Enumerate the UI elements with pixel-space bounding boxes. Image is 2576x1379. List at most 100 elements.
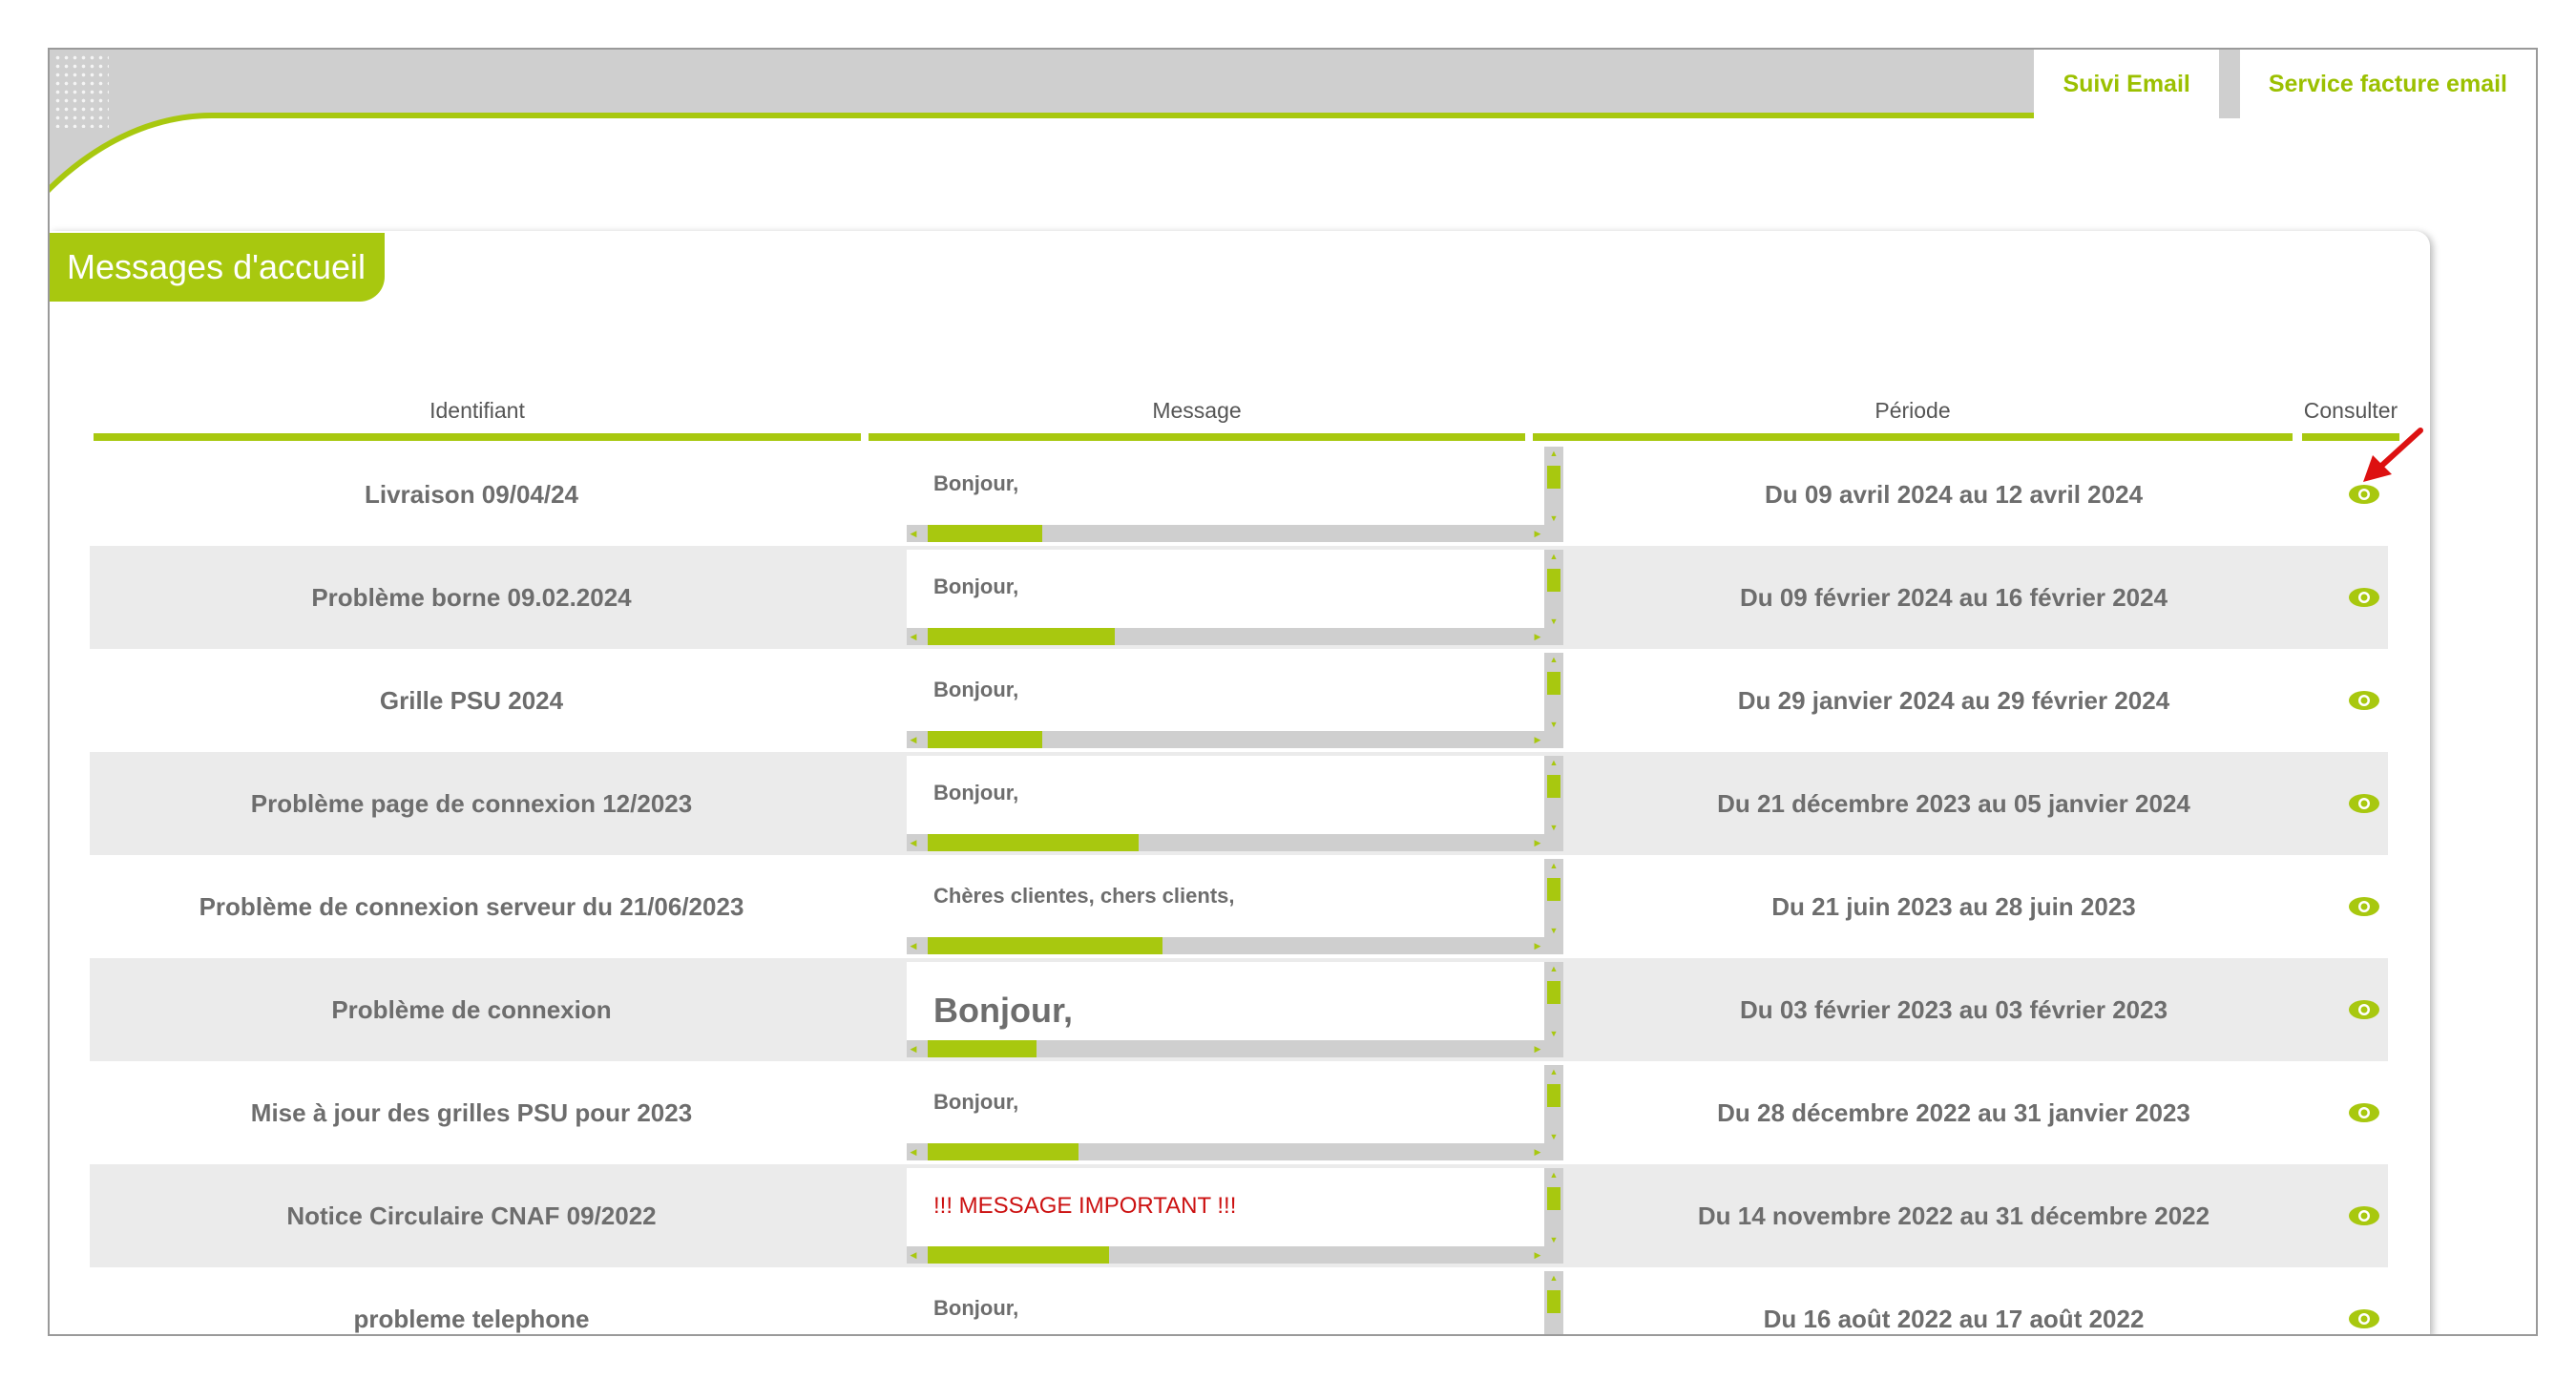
scroll-left-icon[interactable]: ◀ <box>907 834 920 851</box>
scroll-down-icon[interactable]: ▼ <box>1544 615 1563 628</box>
horizontal-scrollbar[interactable]: ◀ ▶ <box>907 1040 1544 1057</box>
horizontal-scrollbar[interactable]: ◀ ▶ <box>907 1143 1544 1160</box>
eye-icon[interactable] <box>2347 1199 2381 1233</box>
tab-separator <box>2218 50 2240 118</box>
message-preview-box[interactable]: Bonjour,▲▼◀▶ <box>907 550 1563 645</box>
scroll-left-icon[interactable]: ◀ <box>907 1143 920 1160</box>
eye-icon[interactable] <box>2347 786 2381 821</box>
tab-service-facture-email[interactable]: Service facture email <box>2239 50 2536 118</box>
scroll-right-icon[interactable]: ▶ <box>1531 937 1544 954</box>
table-row: Livraison 09/04/24 Bonjour, ▲ ▼ ◀ ▶ Du 09 avri… <box>90 443 2388 546</box>
scroll-right-icon[interactable]: ▶ <box>1531 1143 1544 1160</box>
message-preview-box[interactable]: Bonjour,▲▼◀▶ <box>907 756 1563 851</box>
scroll-left-icon[interactable]: ◀ <box>907 628 920 645</box>
horizontal-scroll-thumb[interactable] <box>928 525 1042 542</box>
vertical-scroll-thumb[interactable] <box>1547 981 1560 1004</box>
scroll-right-icon[interactable]: ▶ <box>1531 1040 1544 1057</box>
scroll-left-icon[interactable]: ◀ <box>907 731 920 748</box>
scroll-right-icon[interactable]: ▶ <box>1531 1246 1544 1264</box>
horizontal-scrollbar[interactable]: ◀ ▶ <box>907 834 1544 851</box>
scroll-up-icon[interactable]: ▲ <box>1544 1271 1563 1285</box>
cell-periode: Du 14 novembre 2022 au 31 décembre 2022 <box>1697 1201 2210 1230</box>
scrollbar-corner <box>1544 1246 1563 1264</box>
scroll-down-icon[interactable]: ▼ <box>1544 512 1563 525</box>
message-preview-text: Bonjour, <box>933 575 1019 598</box>
table-row: Problème borne 09.02.2024 Bonjour, ▲ ▼ ◀ ▶ Du … <box>90 546 2388 649</box>
vertical-scrollbar[interactable]: ▲▼ <box>1544 859 1563 937</box>
message-preview-box[interactable]: Bonjour,▲▼◀▶ <box>907 447 1563 542</box>
scroll-right-icon[interactable]: ▶ <box>1531 525 1544 542</box>
scroll-up-icon[interactable]: ▲ <box>1544 447 1563 460</box>
eye-icon[interactable] <box>2347 683 2381 718</box>
cell-identifiant: Grille PSU 2024 <box>379 686 564 715</box>
vertical-scroll-thumb[interactable] <box>1547 466 1560 489</box>
horizontal-scroll-thumb[interactable] <box>928 1246 1109 1264</box>
vertical-scroll-thumb[interactable] <box>1547 672 1560 695</box>
vertical-scrollbar[interactable]: ▲▼ <box>1544 962 1563 1040</box>
vertical-scrollbar[interactable]: ▲▼ <box>1544 756 1563 834</box>
horizontal-scroll-thumb[interactable] <box>928 1143 1079 1160</box>
scroll-up-icon[interactable]: ▲ <box>1544 653 1563 666</box>
scroll-up-icon[interactable]: ▲ <box>1544 1168 1563 1181</box>
vertical-scrollbar[interactable]: ▲▼ <box>1544 1065 1563 1143</box>
vertical-scroll-thumb[interactable] <box>1547 775 1560 798</box>
horizontal-scrollbar[interactable]: ◀ ▶ <box>907 628 1544 645</box>
horizontal-scroll-thumb[interactable] <box>928 937 1162 954</box>
scroll-down-icon[interactable]: ▼ <box>1544 1233 1563 1246</box>
scroll-up-icon[interactable]: ▲ <box>1544 1065 1563 1078</box>
scroll-down-icon[interactable]: ▼ <box>1544 1130 1563 1143</box>
scroll-up-icon[interactable]: ▲ <box>1544 962 1563 975</box>
scroll-left-icon[interactable]: ◀ <box>907 937 920 954</box>
message-preview-text: Bonjour, <box>933 471 1019 495</box>
scroll-left-icon[interactable]: ◀ <box>907 1040 920 1057</box>
scroll-up-icon[interactable]: ▲ <box>1544 859 1563 872</box>
scroll-down-icon[interactable]: ▼ <box>1544 1027 1563 1040</box>
eye-icon[interactable] <box>2347 1096 2381 1130</box>
message-preview-box[interactable]: Chères clientes, chers clients, ▲ ▼ ◀ ▶ <box>907 859 1563 954</box>
scroll-down-icon[interactable]: ▼ <box>1544 718 1563 731</box>
cell-identifiant: Problème de connexion <box>331 995 612 1024</box>
tab-suivi-email[interactable]: Suivi Email <box>2034 50 2219 118</box>
message-preview-box[interactable]: Bonjour,▲▼◀▶ <box>907 1271 1563 1334</box>
horizontal-scroll-thumb[interactable] <box>928 834 1139 851</box>
message-preview-box[interactable]: Bonjour,▲▼◀▶ <box>907 1065 1563 1160</box>
horizontal-scroll-thumb[interactable] <box>928 1040 1037 1057</box>
horizontal-scroll-thumb[interactable] <box>928 628 1115 645</box>
horizontal-scrollbar[interactable]: ◀ ▶ <box>907 731 1544 748</box>
horizontal-scroll-thumb[interactable] <box>928 731 1042 748</box>
eye-icon[interactable] <box>2347 1302 2381 1334</box>
cell-periode: Du 09 avril 2024 au 12 avril 2024 <box>1764 480 2144 509</box>
message-preview-box[interactable]: !!! MESSAGE IMPORTANT !!! ▲ ▼ ◀ ▶ <box>907 1168 1563 1264</box>
horizontal-scrollbar[interactable]: ◀ ▶ <box>907 1246 1544 1264</box>
vertical-scroll-thumb[interactable] <box>1547 1290 1560 1313</box>
scroll-down-icon[interactable]: ▼ <box>1544 821 1563 834</box>
scroll-down-icon[interactable]: ▼ <box>1544 924 1563 937</box>
app-frame: Suivi Email Service facture email Messag… <box>48 48 2538 1336</box>
scroll-left-icon[interactable]: ◀ <box>907 525 920 542</box>
scroll-right-icon[interactable]: ▶ <box>1531 628 1544 645</box>
scrollbar-corner <box>1544 937 1563 954</box>
scroll-right-icon[interactable]: ▶ <box>1531 731 1544 748</box>
vertical-scroll-thumb[interactable] <box>1547 1187 1560 1210</box>
horizontal-scrollbar[interactable]: ◀ ▶ <box>907 525 1544 542</box>
eye-icon[interactable] <box>2347 889 2381 924</box>
message-preview-box[interactable]: Bonjour,▲▼◀▶ <box>907 653 1563 748</box>
vertical-scroll-thumb[interactable] <box>1547 1084 1560 1107</box>
vertical-scrollbar[interactable]: ▲▼ <box>1544 550 1563 628</box>
eye-icon[interactable] <box>2347 992 2381 1027</box>
scroll-up-icon[interactable]: ▲ <box>1544 756 1563 769</box>
column-header-message: Message <box>869 391 1525 441</box>
vertical-scroll-thumb[interactable] <box>1547 569 1560 592</box>
header-dots-decoration <box>53 53 109 128</box>
scroll-right-icon[interactable]: ▶ <box>1531 834 1544 851</box>
vertical-scroll-thumb[interactable] <box>1547 878 1560 901</box>
horizontal-scrollbar[interactable]: ◀ ▶ <box>907 937 1544 954</box>
scroll-left-icon[interactable]: ◀ <box>907 1246 920 1264</box>
eye-icon[interactable] <box>2347 580 2381 615</box>
scroll-up-icon[interactable]: ▲ <box>1544 550 1563 563</box>
vertical-scrollbar[interactable]: ▲▼ <box>1544 653 1563 731</box>
vertical-scrollbar[interactable]: ▲▼ <box>1544 1168 1563 1246</box>
message-preview-box[interactable]: Bonjour,▲▼◀▶ <box>907 962 1563 1057</box>
vertical-scrollbar[interactable]: ▲▼ <box>1544 447 1563 525</box>
vertical-scrollbar[interactable]: ▲▼ <box>1544 1271 1563 1334</box>
